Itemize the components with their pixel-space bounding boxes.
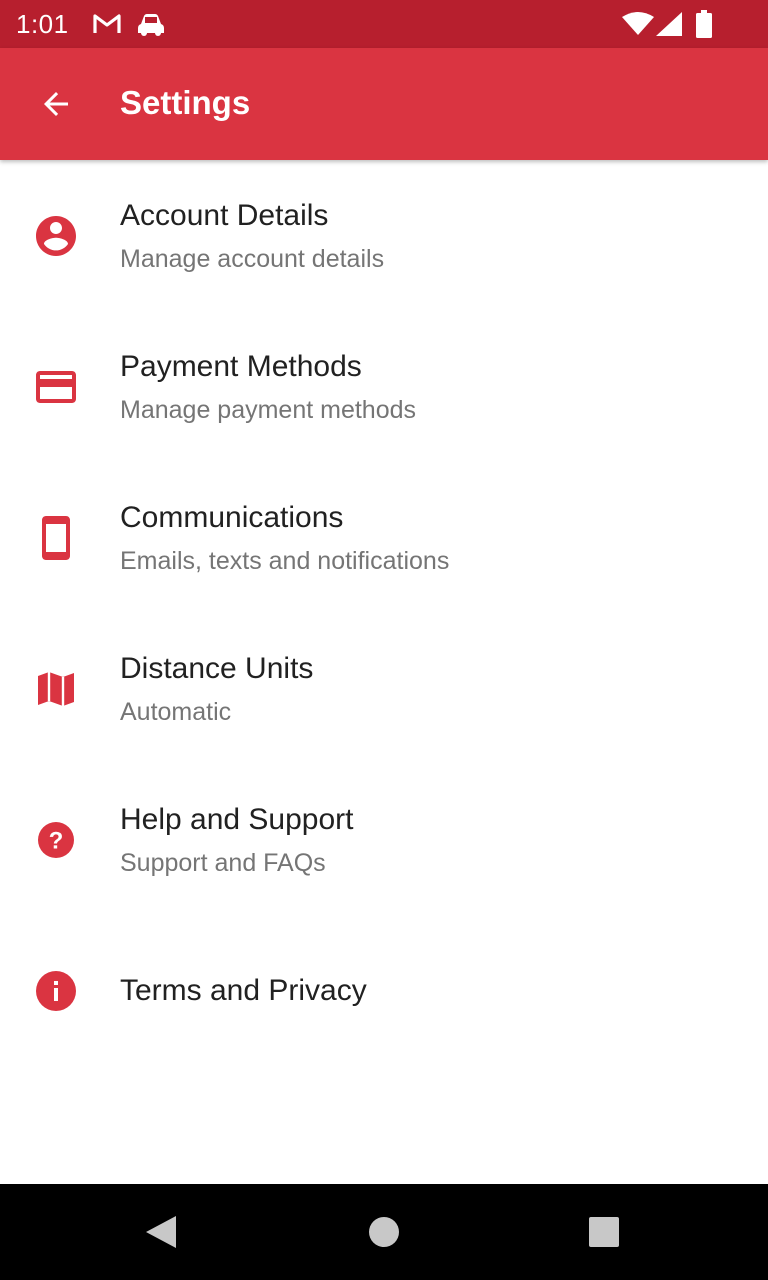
page-title: Settings [120,84,251,121]
settings-item-terms-and-privacy[interactable]: Terms and Privacy [0,915,768,1066]
item-text: Help and Support Support and FAQs [120,764,740,915]
item-text: Payment Methods Manage payment methods [120,311,740,462]
item-text: Account Details Manage account details [120,160,740,311]
settings-item-account-details[interactable]: Account Details Manage account details [0,160,768,311]
credit-card-icon [32,363,80,411]
item-subtitle: Support and FAQs [120,848,326,877]
settings-item-payment-methods[interactable]: Payment Methods Manage payment methods [0,311,768,462]
item-subtitle: Manage payment methods [120,395,417,424]
item-title: Payment Methods [120,349,362,383]
item-subtitle: Emails, texts and notifications [120,546,450,575]
item-title: Communications [120,500,344,534]
battery-icon [696,10,712,43]
recents-square-icon[interactable] [588,1216,620,1253]
gmail-icon [92,12,122,41]
smartphone-icon [32,514,80,562]
item-title: Distance Units [120,651,314,685]
back-triangle-icon[interactable] [144,1214,178,1255]
signal-icon [656,12,682,41]
status-bar: 1:01 [0,0,768,48]
item-subtitle: Manage account details [120,244,385,273]
app-bar: Settings [0,48,768,160]
status-time: 1:01 [16,9,69,39]
item-text: Terms and Privacy [120,915,740,1066]
settings-list: Account Details Manage account details P… [0,160,768,1066]
settings-item-communications[interactable]: Communications Emails, texts and notific… [0,462,768,613]
account-circle-icon [32,212,80,260]
item-text: Distance Units Automatic [120,613,740,764]
help-icon: ? [32,816,80,864]
wifi-icon [622,12,654,41]
item-title: Account Details [120,198,329,232]
arrow-back-icon [44,92,68,116]
back-button[interactable] [24,72,88,136]
navigation-bar [0,1184,768,1280]
settings-item-distance-units[interactable]: Distance Units Automatic [0,613,768,764]
map-icon [32,665,80,713]
info-icon [32,967,80,1015]
svg-text:?: ? [49,827,64,854]
car-icon [136,10,166,43]
settings-item-help-and-support[interactable]: ? Help and Support Support and FAQs [0,764,768,915]
item-title: Terms and Privacy [120,973,367,1007]
item-subtitle: Automatic [120,697,232,726]
item-text: Communications Emails, texts and notific… [120,462,740,613]
item-title: Help and Support [120,802,354,836]
home-circle-icon[interactable] [368,1216,400,1253]
